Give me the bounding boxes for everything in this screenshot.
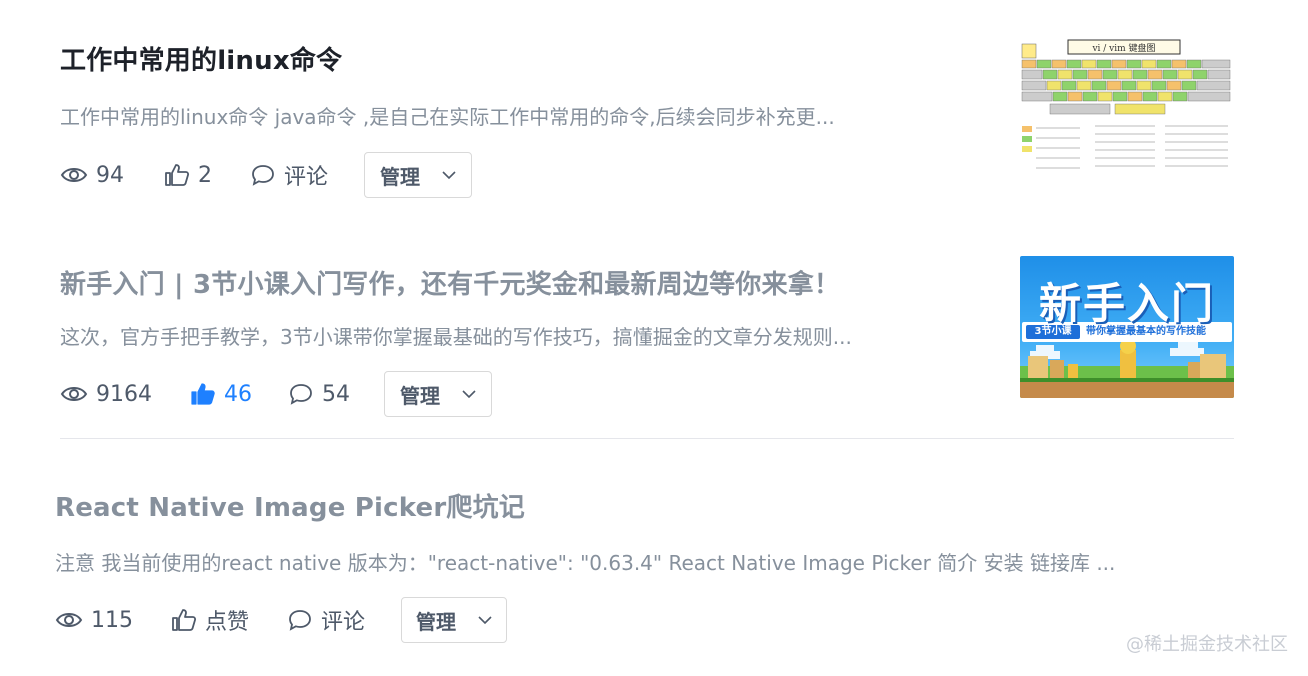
views-count: 115 [91, 607, 133, 633]
article-actions: 115 点赞 评论 管理 [55, 597, 508, 643]
views-stat: 9164 [60, 382, 152, 407]
like-button[interactable]: 2 [164, 163, 212, 188]
article-list: 工作中常用的linux命令 工作中常用的linux命令 java命令 ,是自己在… [0, 0, 1308, 676]
eye-icon [60, 168, 88, 182]
likes-count: 46 [224, 381, 252, 407]
article-abstract[interactable]: 这次，官方手把手教学，3节小课带你掌握最基础的写作技巧，搞懂掘金的文章分发规则.… [60, 321, 852, 350]
article-title[interactable]: 工作中常用的linux命令 [60, 40, 342, 77]
chevron-down-icon [478, 616, 492, 625]
views-count: 94 [96, 162, 124, 188]
likes-label: 点赞 [205, 610, 250, 635]
chevron-down-icon [442, 171, 456, 180]
like-button[interactable]: 点赞 [171, 604, 249, 636]
comments-count: 54 [322, 381, 350, 407]
thumb-up-filled-icon [191, 383, 215, 405]
manage-dropdown[interactable]: 管理 [401, 597, 508, 643]
banner-subtitle: 带你掌握最基本的写作技能 [1086, 326, 1206, 337]
banner-badge: 3节小课 [1034, 326, 1072, 337]
comment-icon [289, 610, 311, 631]
article-title[interactable]: React Native Image Picker爬坑记 [55, 487, 525, 524]
article-thumbnail[interactable]: 新手入门 3节小课 带你掌握最基本的写作技能 [1020, 256, 1234, 398]
thumb-up-icon [172, 609, 197, 631]
like-button[interactable]: 46 [190, 382, 252, 407]
views-count: 9164 [96, 381, 152, 407]
vim-keyboard-image [1020, 38, 1234, 178]
comments-label: 评论 [321, 610, 366, 635]
article-abstract[interactable]: 工作中常用的linux命令 java命令 ,是自己在实际工作中常用的命令,后续会… [60, 101, 835, 130]
comment-button[interactable]: 54 [288, 382, 350, 407]
article-item[interactable]: 工作中常用的linux命令 工作中常用的linux命令 java命令 ,是自己在… [0, 0, 1308, 220]
article-thumbnail[interactable]: vi / vim 键盘图 [1020, 38, 1234, 178]
article-actions: 94 2 评论 管理 [60, 152, 473, 198]
article-item[interactable]: React Native Image Picker爬坑记 注意 我当前使用的re… [0, 439, 1308, 676]
eye-icon [55, 613, 83, 627]
article-item[interactable]: 新手入门 | 3节小课入门写作，还有千元奖金和最新周边等你来拿！ 这次，官方手把… [0, 220, 1308, 438]
manage-dropdown[interactable]: 管理 [364, 152, 473, 198]
views-stat: 94 [60, 163, 124, 188]
article-abstract[interactable]: 注意 我当前使用的react native 版本为："react-native"… [55, 547, 1115, 576]
banner-headline: 新手入门 [1038, 279, 1215, 328]
comment-button[interactable]: 评论 [287, 604, 365, 636]
article-title[interactable]: 新手入门 | 3节小课入门写作，还有千元奖金和最新周边等你来拿！ [60, 264, 840, 301]
comment-icon [290, 384, 312, 405]
chevron-down-icon [462, 390, 476, 399]
comments-count: 评论 [284, 165, 329, 190]
manage-label: 管理 [380, 164, 421, 189]
comment-icon [252, 165, 274, 186]
views-stat: 115 [55, 608, 133, 633]
likes-count: 2 [198, 162, 212, 188]
thumb-up-icon [165, 164, 190, 186]
watermark: @稀土掘金技术社区 [1126, 634, 1288, 655]
article-actions: 9164 46 54 管理 [60, 371, 492, 417]
manage-label: 管理 [416, 609, 457, 634]
manage-dropdown[interactable]: 管理 [384, 371, 492, 417]
comment-button[interactable]: 评论 [250, 159, 328, 191]
thumbnail-caption: vi / vim 键盘图 [1092, 44, 1156, 54]
eye-icon [60, 387, 88, 401]
manage-label: 管理 [400, 383, 440, 408]
